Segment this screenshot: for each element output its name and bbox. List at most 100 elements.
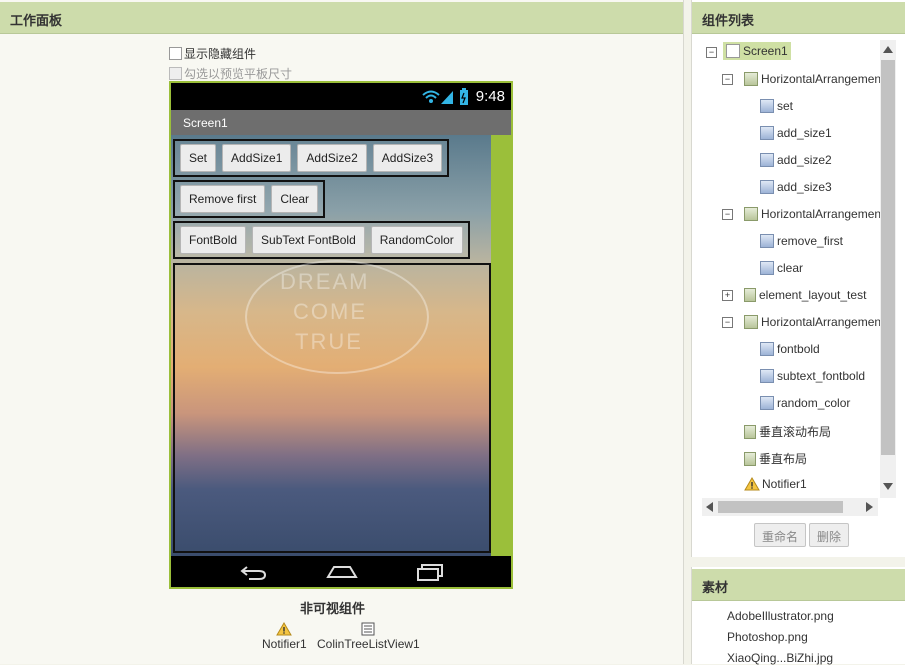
tree-item-label: set	[777, 99, 794, 113]
random-color-button[interactable]: RandomColor	[370, 226, 463, 254]
horizontal-arrangement-1[interactable]: Set AddSize1 AddSize2 AddSize3	[173, 139, 450, 177]
collapse-toggle-icon[interactable]: −	[706, 47, 717, 58]
tree-item-element-layout-test[interactable]: element_layout_test	[744, 288, 866, 302]
vertical-arrangement-icon	[744, 288, 756, 302]
tree-item-horizontal-arrangement-3[interactable]: HorizontalArrangement3	[744, 315, 891, 329]
wifi-signal-icon	[422, 90, 453, 104]
recent-apps-icon[interactable]	[416, 562, 446, 582]
tree-item-label: add_size3	[777, 180, 832, 194]
button-icon	[760, 234, 774, 248]
colintreelistview1-label: ColinTreeListView1	[317, 637, 420, 651]
horizontal-arrangement-icon	[744, 72, 758, 86]
checkbox-box[interactable]	[169, 67, 182, 80]
element-layout-test-image[interactable]: DREAM COME TRUE	[173, 260, 491, 553]
tree-item-horizontal-arrangement-1[interactable]: HorizontalArrangement1	[744, 72, 891, 86]
delete-button[interactable]: 删除	[809, 523, 850, 547]
scroll-right-icon[interactable]	[866, 502, 873, 512]
scroll-up-icon[interactable]	[883, 46, 893, 53]
subtext-fontbold-button[interactable]: SubText FontBold	[252, 226, 365, 254]
tree-item-label: add_size2	[777, 153, 832, 167]
vertical-arrangement-icon	[744, 424, 756, 439]
button-icon	[760, 99, 774, 113]
components-panel: 组件列表 − Screen1 − HorizontalArrangement1 …	[691, 0, 905, 557]
tree-item-clear[interactable]: clear	[760, 261, 803, 275]
collapse-toggle-icon[interactable]: −	[722, 209, 733, 220]
button-icon	[760, 342, 774, 356]
tree-item-remove-first[interactable]: remove_first	[760, 234, 843, 248]
dream-text-3: TRUE	[295, 329, 363, 354]
expand-toggle-icon[interactable]: +	[722, 290, 733, 301]
dream-text-1: DREAM	[280, 269, 370, 294]
tree-item-subtext-fontbold[interactable]: subtext_fontbold	[760, 369, 865, 383]
screen-icon	[726, 44, 740, 58]
list-view-icon	[361, 622, 375, 636]
tree-item-fontbold[interactable]: fontbold	[760, 342, 820, 356]
assets-panel-title: 素材	[692, 569, 905, 601]
tablet-preview-checkbox[interactable]: 勾选以预览平板尺寸	[169, 65, 292, 82]
tree-item-add-size1[interactable]: add_size1	[760, 126, 832, 140]
collapse-toggle-icon[interactable]: −	[722, 74, 733, 85]
notifier1-component[interactable]: Notifier1	[262, 620, 307, 651]
components-panel-title: 组件列表	[692, 2, 905, 34]
fontbold-button[interactable]: FontBold	[180, 226, 247, 254]
tablet-preview-label: 勾选以预览平板尺寸	[184, 67, 293, 81]
tree-item-add-size2[interactable]: add_size2	[760, 153, 832, 167]
tree-item-label: clear	[777, 261, 804, 275]
remove-first-button[interactable]: Remove first	[180, 185, 266, 213]
screen-content: Set AddSize1 AddSize2 AddSize3 Remove fi…	[171, 135, 491, 557]
checkbox-box[interactable]	[169, 47, 182, 60]
scroll-down-icon[interactable]	[883, 483, 893, 490]
tree-item-label: fontbold	[777, 342, 820, 356]
add-size1-button[interactable]: AddSize1	[222, 144, 292, 172]
tree-item-label: Notifier1	[762, 477, 807, 491]
scrollbar-thumb[interactable]	[881, 60, 895, 455]
set-button[interactable]: Set	[180, 144, 217, 172]
horizontal-arrangement-icon	[744, 315, 758, 329]
warning-icon	[276, 622, 293, 636]
asset-item[interactable]: Photoshop.png	[727, 630, 808, 644]
tree-item-add-size3[interactable]: add_size3	[760, 180, 832, 194]
button-icon	[760, 369, 774, 383]
home-icon[interactable]	[326, 563, 358, 581]
back-icon[interactable]	[239, 563, 269, 581]
scroll-left-icon[interactable]	[706, 502, 713, 512]
button-icon	[760, 396, 774, 410]
clear-button[interactable]: Clear	[271, 185, 319, 213]
asset-item[interactable]: XiaoQing...BiZhi.jpg	[727, 651, 833, 665]
notifier1-label: Notifier1	[262, 637, 307, 651]
tree-vertical-scrollbar[interactable]	[880, 40, 896, 498]
tree-item-vertical-arrangement[interactable]: 垂直布局	[744, 450, 807, 467]
asset-item[interactable]: AdobeIllustrator.png	[727, 609, 834, 623]
battery-icon	[460, 88, 468, 105]
screen-title: Screen1	[183, 116, 228, 130]
rename-button[interactable]: 重命名	[754, 523, 807, 547]
status-time: 9:48	[475, 88, 505, 105]
colintreelistview1-component[interactable]: ColinTreeListView1	[317, 620, 420, 651]
add-size3-button[interactable]: AddSize3	[372, 144, 443, 172]
tree-item-random-color[interactable]: random_color	[760, 396, 850, 410]
button-icon	[760, 153, 774, 167]
button-icon	[760, 261, 774, 275]
dream-text-2: COME	[293, 299, 367, 324]
show-hidden-label: 显示隐藏组件	[184, 47, 257, 61]
components-tree: − Screen1 − HorizontalArrangement1 set a…	[696, 38, 900, 516]
tree-item-label: HorizontalArrangement3	[761, 315, 892, 329]
tree-item-label: element_layout_test	[759, 288, 867, 302]
tree-item-vertical-scroll-arrangement[interactable]: 垂直滚动布局	[744, 423, 831, 440]
tree-item-label: HorizontalArrangement1	[761, 72, 892, 86]
tree-item-screen1[interactable]: Screen1	[723, 42, 791, 60]
tree-horizontal-scrollbar[interactable]	[702, 498, 878, 516]
tree-item-horizontal-arrangement-2[interactable]: HorizontalArrangement2	[744, 207, 891, 221]
show-hidden-checkbox[interactable]: 显示隐藏组件	[169, 45, 256, 62]
warning-icon	[744, 477, 760, 491]
tree-item-label: HorizontalArrangement2	[761, 207, 892, 221]
add-size2-button[interactable]: AddSize2	[297, 144, 367, 172]
tree-item-set[interactable]: set	[760, 99, 793, 113]
scrollbar-thumb[interactable]	[718, 501, 843, 513]
horizontal-arrangement-2[interactable]: Remove first Clear	[173, 180, 326, 218]
tree-item-label: 垂直滚动布局	[759, 425, 832, 439]
collapse-toggle-icon[interactable]: −	[722, 317, 733, 328]
tree-item-notifier1[interactable]: Notifier1	[744, 477, 807, 491]
tree-item-label: random_color	[777, 396, 851, 410]
horizontal-arrangement-3[interactable]: FontBold SubText FontBold RandomColor	[173, 221, 470, 259]
